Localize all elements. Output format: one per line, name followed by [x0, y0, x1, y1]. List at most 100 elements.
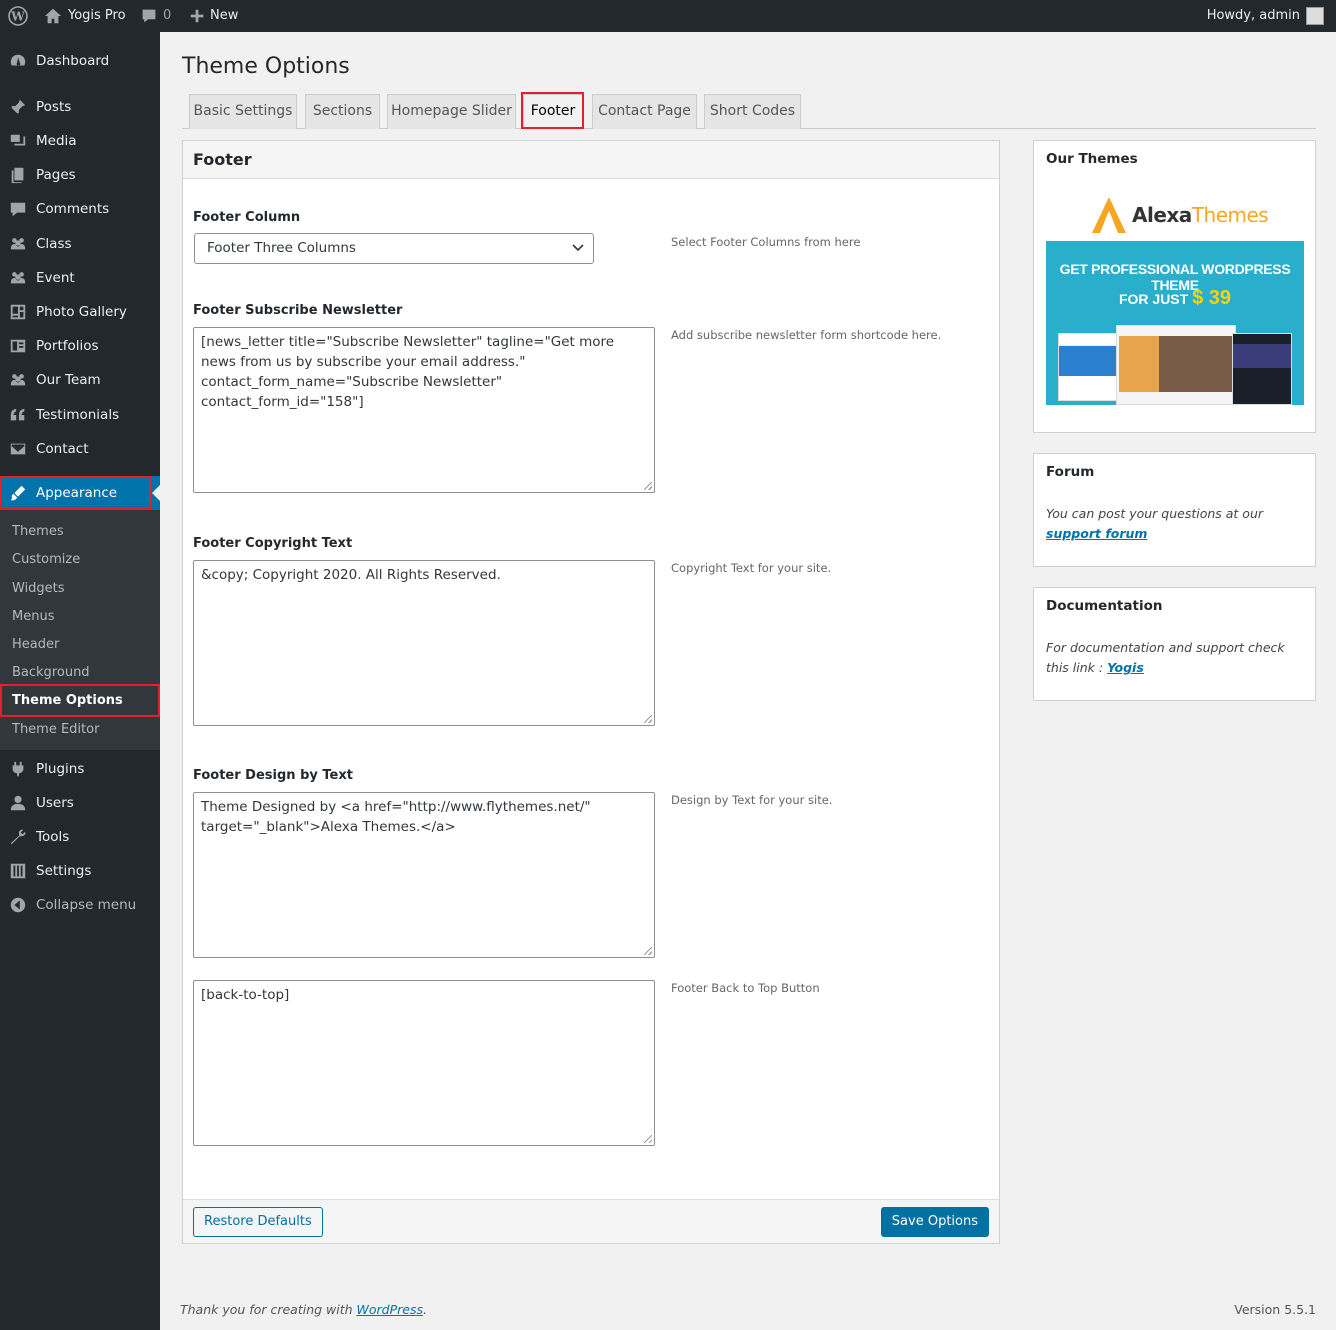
current-menu-arrow — [152, 485, 160, 501]
menu-class[interactable]: Class — [0, 227, 160, 261]
resize-grip-icon[interactable] — [644, 715, 652, 723]
support-forum-link[interactable]: support forum — [1046, 526, 1147, 541]
home-icon — [44, 8, 62, 24]
submenu-widgets[interactable]: Widgets — [0, 575, 160, 603]
menu-label: Photo Gallery — [36, 304, 127, 320]
user-icon — [0, 794, 36, 812]
tab-contact-page[interactable]: Contact Page — [592, 94, 697, 129]
submenu-header[interactable]: Header — [0, 631, 160, 659]
menu-event[interactable]: Event — [0, 261, 160, 295]
footer-column-select[interactable]: Footer Three Columns — [194, 233, 594, 264]
new-label: New — [210, 8, 239, 23]
footer-column-desc: Select Footer Columns from here — [671, 235, 861, 249]
admin-sidebar: Dashboard Posts Media Pages Comments Cla… — [0, 32, 160, 1330]
submenu-menus[interactable]: Menus — [0, 603, 160, 631]
tab-footer[interactable]: Footer — [523, 94, 583, 129]
restore-defaults-button[interactable]: Restore Defaults — [193, 1207, 323, 1237]
yogis-link[interactable]: Yogis — [1107, 660, 1144, 675]
save-options-button[interactable]: Save Options — [880, 1207, 989, 1237]
copyright-value: &copy; Copyright 2020. All Rights Reserv… — [201, 567, 501, 583]
submenu-theme-options[interactable]: Theme Options — [0, 687, 160, 715]
alexa-themes-ad[interactable]: AlexaThemes GET PROFESSIONAL WORDPRESS T… — [1046, 181, 1304, 405]
menu-appearance[interactable]: Appearance — [0, 476, 160, 510]
menu-label: Event — [36, 270, 75, 286]
theme-screenshot — [1232, 333, 1292, 405]
menu-dashboard[interactable]: Dashboard — [0, 44, 160, 78]
menu-label: Settings — [36, 863, 92, 879]
menu-label: Comments — [36, 201, 110, 217]
resize-grip-icon[interactable] — [644, 1135, 652, 1143]
design-by-desc: Design by Text for your site. — [671, 793, 833, 807]
menu-label: Posts — [36, 99, 72, 115]
chevron-down-icon — [572, 244, 584, 252]
menu-label: Appearance — [36, 485, 118, 501]
menu-label: Contact — [36, 441, 89, 457]
design-by-textarea[interactable]: Theme Designed by <a href="http://www.fl… — [193, 792, 655, 958]
menu-plugins[interactable]: Plugins — [0, 752, 160, 786]
menu-label: Plugins — [36, 761, 85, 777]
resize-grip-icon[interactable] — [644, 947, 652, 955]
menu-label: Testimonials — [36, 407, 120, 423]
documentation-title: Documentation — [1046, 598, 1163, 614]
groups-icon — [0, 371, 36, 389]
footer-thanks: Thank you for creating with WordPress. — [180, 1302, 427, 1317]
collapse-menu-button[interactable]: Collapse menu — [0, 888, 160, 922]
copyright-label: Footer Copyright Text — [193, 536, 353, 551]
account-menu[interactable]: Howdy, admin — [1207, 0, 1324, 32]
menu-settings[interactable]: Settings — [0, 854, 160, 888]
menu-label: Users — [36, 795, 74, 811]
gallery-icon — [0, 303, 36, 321]
comment-icon — [142, 9, 156, 23]
submenu-theme-editor[interactable]: Theme Editor — [0, 716, 160, 744]
thanks-prefix: Thank you for creating with — [180, 1302, 353, 1317]
tab-sections[interactable]: Sections — [305, 94, 380, 129]
menu-posts[interactable]: Posts — [0, 90, 160, 124]
menu-our-team[interactable]: Our Team — [0, 363, 160, 397]
menu-label: Portfolios — [36, 338, 99, 354]
copyright-textarea[interactable]: &copy; Copyright 2020. All Rights Reserv… — [193, 560, 655, 726]
wordpress-link[interactable]: WordPress — [357, 1302, 423, 1317]
back-to-top-value: [back-to-top] — [201, 987, 290, 1003]
menu-users[interactable]: Users — [0, 786, 160, 820]
submenu-background[interactable]: Background — [0, 659, 160, 687]
ad-logo-area: AlexaThemes — [1046, 181, 1304, 241]
menu-media[interactable]: Media — [0, 124, 160, 158]
tab-short-codes[interactable]: Short Codes — [704, 94, 801, 129]
menu-contact[interactable]: Contact — [0, 432, 160, 466]
footer-options-panel: Footer Footer Column Footer Three Column… — [182, 140, 1000, 1244]
back-to-top-desc: Footer Back to Top Button — [671, 981, 820, 995]
back-to-top-textarea[interactable]: [back-to-top] — [193, 980, 655, 1146]
plugin-icon — [0, 760, 36, 778]
menu-testimonials[interactable]: Testimonials — [0, 398, 160, 432]
menu-comments[interactable]: Comments — [0, 192, 160, 226]
newsletter-label: Footer Subscribe Newsletter — [193, 303, 403, 318]
menu-label: Tools — [36, 829, 70, 845]
brush-icon — [0, 484, 36, 502]
new-content-link[interactable]: New — [190, 0, 238, 32]
menu-photo-gallery[interactable]: Photo Gallery — [0, 295, 160, 329]
menu-portfolios[interactable]: Portfolios — [0, 329, 160, 363]
submenu-customize[interactable]: Customize — [0, 546, 160, 574]
tab-homepage-slider[interactable]: Homepage Slider — [387, 94, 516, 129]
theme-screenshot — [1116, 325, 1236, 405]
comments-link[interactable]: 0 — [141, 0, 171, 32]
documentation-text-body: For documentation and support check this… — [1046, 640, 1285, 675]
wrench-icon — [0, 828, 36, 846]
menu-tools[interactable]: Tools — [0, 820, 160, 854]
resize-grip-icon[interactable] — [644, 482, 652, 490]
wordpress-logo-icon[interactable]: W — [8, 0, 28, 32]
tab-basic-settings[interactable]: Basic Settings — [189, 94, 297, 129]
submenu-themes[interactable]: Themes — [0, 518, 160, 546]
menu-pages[interactable]: Pages — [0, 158, 160, 192]
design-by-value: Theme Designed by <a href="http://www.fl… — [201, 799, 591, 835]
newsletter-textarea[interactable]: [news_letter title="Subscribe Newsletter… — [193, 327, 655, 493]
media-icon — [0, 132, 36, 150]
design-by-label: Footer Design by Text — [193, 768, 353, 783]
admin-bar: W Yogis Pro 0 New Howdy, admin — [0, 0, 1336, 32]
main-content: Theme Options Basic Settings Sections Ho… — [160, 32, 1336, 1330]
forum-text-body: You can post your questions at our — [1046, 506, 1264, 521]
site-name-link[interactable]: Yogis Pro — [44, 0, 126, 32]
menu-label: Class — [36, 236, 72, 252]
ad-banner: GET PROFESSIONAL WORDPRESS THEME FOR JUS… — [1046, 241, 1304, 405]
groups-icon — [0, 269, 36, 287]
